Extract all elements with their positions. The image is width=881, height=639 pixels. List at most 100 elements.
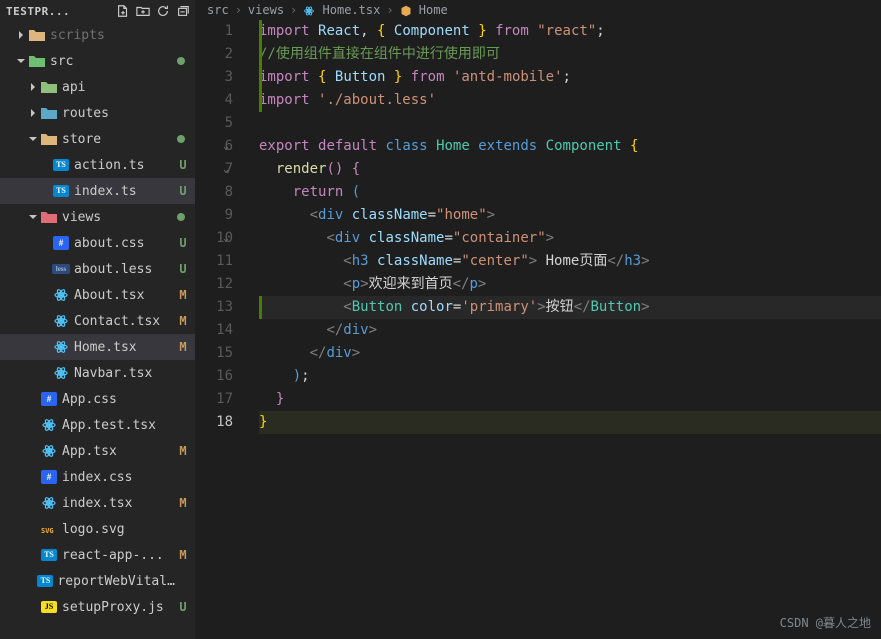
breadcrumb-label: views	[248, 3, 284, 17]
breadcrumb[interactable]: src› views› Home.tsx› Home	[195, 0, 881, 20]
file-label: src	[50, 54, 177, 69]
file-label: Navbar.tsx	[74, 366, 177, 381]
code-content[interactable]: import React, { Component } from "react"…	[251, 20, 881, 639]
chevron-icon[interactable]	[26, 212, 40, 222]
line-number: 9	[195, 204, 233, 227]
tree-folder[interactable]: src	[0, 48, 195, 74]
tree-folder[interactable]: routes	[0, 100, 195, 126]
git-status: U	[175, 236, 191, 250]
tree-file[interactable]: Navbar.tsx	[0, 360, 195, 386]
file-label: reportWebVitals....	[57, 574, 179, 589]
code-line[interactable]: }	[259, 388, 881, 411]
breadcrumb-item[interactable]: Home	[400, 3, 448, 17]
tree-file[interactable]: index.tsxM	[0, 490, 195, 516]
tree-file[interactable]: About.tsxM	[0, 282, 195, 308]
git-gutter-added	[259, 89, 262, 112]
chevron-icon[interactable]	[26, 108, 40, 118]
folder-icon	[40, 106, 58, 120]
refresh-icon[interactable]	[153, 1, 173, 21]
class-icon	[400, 3, 412, 17]
react-icon	[52, 339, 70, 355]
folder-icon	[40, 132, 58, 146]
code-line[interactable]: <p>欢迎来到首页</p>	[259, 273, 881, 296]
line-number: 2	[195, 43, 233, 66]
file-label: views	[62, 210, 177, 225]
explorer-header: TESTPR...	[0, 0, 195, 22]
breadcrumb-label: src	[207, 3, 229, 17]
tree-file[interactable]: lessabout.lessU	[0, 256, 195, 282]
file-label: api	[62, 80, 177, 95]
separator-icon: ›	[290, 3, 297, 17]
collapse-all-icon[interactable]	[173, 1, 193, 21]
code-line[interactable]: import React, { Component } from "react"…	[259, 20, 881, 43]
code-line[interactable]: </div>	[259, 319, 881, 342]
code-line[interactable]: <div className="home">	[259, 204, 881, 227]
tree-file[interactable]: App.test.tsx	[0, 412, 195, 438]
tree-folder[interactable]: views	[0, 204, 195, 230]
tree-folder[interactable]: api	[0, 74, 195, 100]
fold-icon[interactable]: ⌄	[223, 227, 229, 250]
fold-icon[interactable]: ⌄	[223, 158, 229, 181]
react-icon	[303, 3, 315, 17]
code-line[interactable]: import { Button } from 'antd-mobile';	[259, 66, 881, 89]
line-number: 13	[195, 296, 233, 319]
tree-folder[interactable]: scripts	[0, 22, 195, 48]
line-gutter: 123456⌄7⌄8910⌄1112131415161718	[195, 20, 251, 639]
new-folder-icon[interactable]	[133, 1, 153, 21]
code-line[interactable]: <Button color='primary'>按钮</Button>	[259, 296, 881, 319]
code-line[interactable]: render() {	[259, 158, 881, 181]
line-number: 17	[195, 388, 233, 411]
tree-file[interactable]: TSindex.tsU	[0, 178, 195, 204]
git-status: M	[175, 288, 191, 302]
tree-file[interactable]: TSaction.tsU	[0, 152, 195, 178]
tree-folder[interactable]: store	[0, 126, 195, 152]
tree-file[interactable]: TSreportWebVitals....	[0, 568, 195, 594]
chevron-icon[interactable]	[26, 134, 40, 144]
svg-text:SVG: SVG	[41, 527, 54, 535]
separator-icon: ›	[235, 3, 242, 17]
code-line[interactable]: export default class Home extends Compon…	[259, 135, 881, 158]
git-status: M	[175, 340, 191, 354]
tree-file[interactable]: #about.cssU	[0, 230, 195, 256]
breadcrumb-item[interactable]: Home.tsx	[303, 3, 380, 17]
code-line[interactable]: return (	[259, 181, 881, 204]
git-status: M	[175, 548, 191, 562]
line-number: 11	[195, 250, 233, 273]
file-label: setupProxy.js	[62, 600, 175, 615]
css-icon: #	[40, 392, 58, 406]
tree-file[interactable]: Home.tsxM	[0, 334, 195, 360]
breadcrumb-item[interactable]: views	[248, 3, 284, 17]
tree-file[interactable]: SVGlogo.svg	[0, 516, 195, 542]
new-file-icon[interactable]	[113, 1, 133, 21]
code-area[interactable]: 123456⌄7⌄8910⌄1112131415161718 import Re…	[195, 20, 881, 639]
tree-file[interactable]: #index.css	[0, 464, 195, 490]
code-line[interactable]: </div>	[259, 342, 881, 365]
tree-file[interactable]: JSsetupProxy.jsU	[0, 594, 195, 620]
code-line[interactable]: <div className="container">	[259, 227, 881, 250]
tree-file[interactable]: Contact.tsxM	[0, 308, 195, 334]
git-status: M	[175, 444, 191, 458]
code-line[interactable]	[259, 112, 881, 135]
react-icon	[40, 443, 58, 459]
chevron-icon[interactable]	[26, 82, 40, 92]
fold-icon[interactable]: ⌄	[223, 135, 229, 158]
js-icon: JS	[40, 601, 58, 613]
tree-file[interactable]: TSreact-app-...M	[0, 542, 195, 568]
line-number: 18	[195, 411, 233, 434]
code-line[interactable]: }	[259, 411, 881, 434]
code-line[interactable]: );	[259, 365, 881, 388]
file-label: index.ts	[74, 184, 175, 199]
file-label: App.css	[62, 392, 177, 407]
chevron-icon[interactable]	[14, 30, 28, 40]
tree-file[interactable]: App.tsxM	[0, 438, 195, 464]
line-number: 7⌄	[195, 158, 233, 181]
file-label: routes	[62, 106, 177, 121]
react-icon	[40, 495, 58, 511]
code-line[interactable]: //使用组件直接在组件中进行使用即可	[259, 43, 881, 66]
breadcrumb-item[interactable]: src	[207, 3, 229, 17]
code-line[interactable]: <h3 className="center"> Home页面</h3>	[259, 250, 881, 273]
code-line[interactable]: import './about.less'	[259, 89, 881, 112]
file-label: Home.tsx	[74, 340, 175, 355]
tree-file[interactable]: # App.css	[0, 386, 195, 412]
chevron-icon[interactable]	[14, 56, 28, 66]
